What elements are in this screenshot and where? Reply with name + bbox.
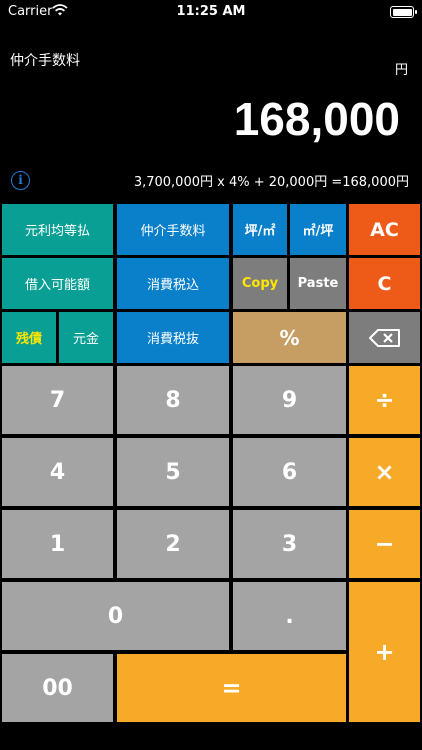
key-1[interactable]: 1: [2, 510, 113, 578]
key-0[interactable]: 0: [2, 582, 229, 650]
percent-button[interactable]: %: [233, 312, 346, 363]
backspace-button[interactable]: [349, 312, 420, 363]
key-5[interactable]: 5: [117, 438, 229, 506]
tax-excluded-button[interactable]: 消費税抜: [117, 312, 229, 363]
key-00[interactable]: 00: [2, 654, 113, 722]
formula-text: 3,700,000円 x 4% + 20,000円 =168,000円: [133, 175, 409, 190]
key-8[interactable]: 8: [117, 366, 229, 434]
multiply-button[interactable]: ×: [349, 438, 420, 506]
result-display: 168,000: [233, 93, 400, 145]
clear-button[interactable]: C: [349, 258, 420, 309]
backspace-icon: [368, 328, 400, 347]
key-3[interactable]: 3: [233, 510, 346, 578]
copy-button[interactable]: Copy: [233, 258, 287, 309]
key-7[interactable]: 7: [2, 366, 113, 434]
tax-included-button[interactable]: 消費税込: [117, 258, 229, 309]
shakunyu-button[interactable]: 借入可能額: [2, 258, 113, 309]
divide-button[interactable]: ÷: [349, 366, 420, 434]
unit-label: 円: [394, 63, 408, 78]
m2-to-tsubo-button[interactable]: ㎡/坪: [290, 204, 346, 255]
tsubo-to-m2-button[interactable]: 坪/㎡: [233, 204, 287, 255]
equals-button[interactable]: =: [117, 654, 346, 722]
gansoku-button[interactable]: 元利均等払: [2, 204, 113, 255]
plus-button[interactable]: +: [349, 582, 420, 722]
key-9[interactable]: 9: [233, 366, 346, 434]
battery-icon: [390, 6, 417, 18]
key-2[interactable]: 2: [117, 510, 229, 578]
clock: 11:25 AM: [176, 4, 246, 19]
info-icon[interactable]: i: [11, 171, 30, 190]
all-clear-button[interactable]: AC: [349, 204, 420, 255]
zansai-button[interactable]: 残債: [2, 312, 56, 363]
key-6[interactable]: 6: [233, 438, 346, 506]
key-4[interactable]: 4: [2, 438, 113, 506]
status-bar: Carrier 11:25 AM: [0, 0, 422, 24]
mode-title: 仲介手数料: [10, 53, 80, 69]
paste-button[interactable]: Paste: [290, 258, 346, 309]
minus-button[interactable]: −: [349, 510, 420, 578]
chukai-button[interactable]: 仲介手数料: [117, 204, 229, 255]
key-decimal[interactable]: .: [233, 582, 346, 650]
gankin-button[interactable]: 元金: [59, 312, 113, 363]
